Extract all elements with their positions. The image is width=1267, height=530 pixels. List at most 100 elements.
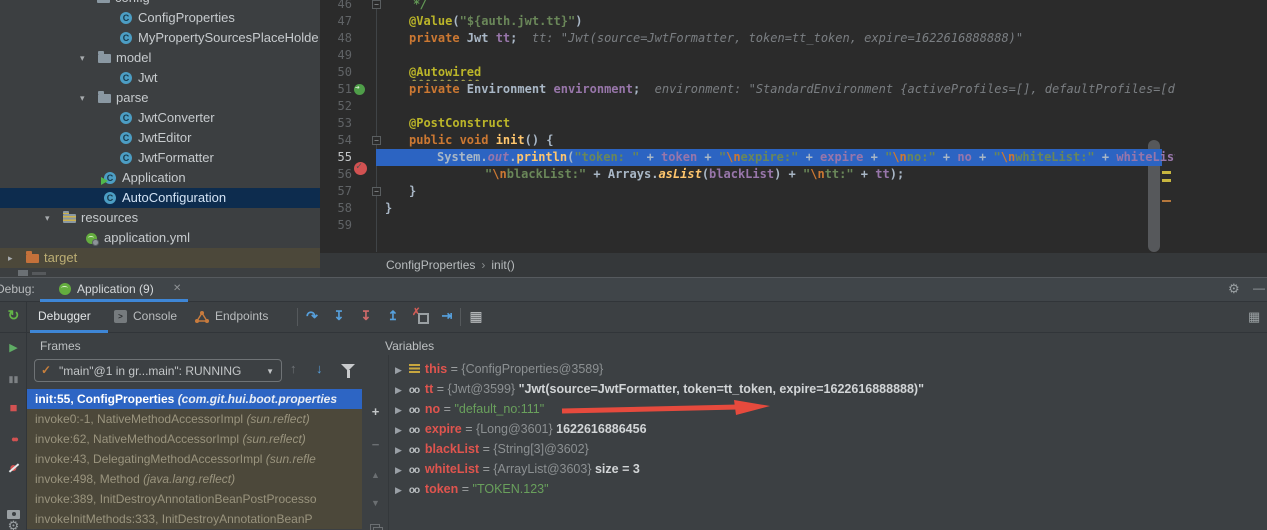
- step-over-icon[interactable]: [304, 308, 320, 324]
- next-frame-icon[interactable]: ↓: [316, 361, 323, 376]
- rerun-icon[interactable]: [5, 307, 22, 324]
- frame-row[interactable]: invoke:498, Method (java.lang.reflect): [27, 469, 362, 489]
- drop-frame-icon[interactable]: [412, 308, 428, 324]
- code-line-52[interactable]: [385, 98, 1175, 115]
- expand-icon[interactable]: ▶: [395, 385, 409, 395]
- pause-icon[interactable]: [5, 369, 22, 386]
- code-editor[interactable]: 46−*/47@Value("${auth.jwt.tt}")48private…: [320, 0, 1267, 252]
- fold-marker-icon[interactable]: −: [372, 0, 381, 9]
- variable-row-whiteList[interactable]: ▶oowhiteList = {ArrayList@3603} size = 3: [395, 459, 640, 479]
- tree-item-ConfigProperties[interactable]: ConfigProperties: [0, 8, 320, 28]
- tree-item-JwtEditor[interactable]: JwtEditor: [0, 128, 320, 148]
- tree-item-JwtFormatter[interactable]: JwtFormatter: [0, 148, 320, 168]
- tree-item-parse[interactable]: ▾parse: [0, 88, 320, 108]
- new-watch-icon[interactable]: +: [367, 404, 384, 420]
- fold-marker-icon[interactable]: −: [372, 136, 381, 145]
- breakpoint-verified-icon[interactable]: [354, 162, 367, 175]
- code-line-58[interactable]: }: [385, 200, 1175, 217]
- breadcrumb-method[interactable]: init(): [491, 258, 514, 272]
- restore-layout-icon[interactable]: ▦: [1248, 309, 1260, 325]
- line-number: 58: [320, 200, 352, 217]
- run-to-cursor-icon[interactable]: [439, 308, 455, 324]
- frame-row[interactable]: invoke:43, DelegatingMethodAccessorImpl …: [27, 449, 362, 469]
- breadcrumb-class[interactable]: ConfigProperties: [320, 258, 475, 272]
- view-options-icon[interactable]: [496, 308, 512, 324]
- expand-icon[interactable]: ▶: [395, 465, 409, 475]
- frame-row[interactable]: invoke0:-1, NativeMethodAccessorImpl (su…: [27, 409, 362, 429]
- tree-expanded-icon[interactable]: ▾: [80, 88, 85, 108]
- view-breakpoints-icon[interactable]: [5, 429, 22, 446]
- evaluate-expression-icon[interactable]: [468, 308, 484, 324]
- settings-icon[interactable]: [5, 517, 22, 530]
- previous-frame-icon[interactable]: ↑: [290, 361, 297, 376]
- tree-item-Jwt[interactable]: Jwt: [0, 68, 320, 88]
- tab-endpoints[interactable]: Endpoints: [215, 309, 268, 323]
- stop-icon[interactable]: [5, 399, 22, 416]
- layout-menu-icon[interactable]: [273, 308, 289, 324]
- variable-row-blackList[interactable]: ▶ooblackList = {String[3]@3602}: [395, 439, 589, 459]
- force-step-into-icon[interactable]: [358, 308, 374, 324]
- expand-icon[interactable]: ▶: [395, 445, 409, 455]
- code-line-47[interactable]: @Value("${auth.jwt.tt}"): [385, 13, 1175, 30]
- step-into-icon[interactable]: [331, 308, 347, 324]
- tree-item-application.yml[interactable]: application.yml: [0, 228, 320, 248]
- code-line-50[interactable]: @Autowired: [385, 64, 1175, 81]
- variable-row-this[interactable]: ▶this = {ConfigProperties@3589}: [395, 359, 603, 379]
- tree-expanded-icon[interactable]: ▾: [45, 208, 50, 228]
- hide-library-frames-icon[interactable]: [341, 364, 355, 371]
- expand-icon[interactable]: ▶: [395, 405, 409, 415]
- close-icon[interactable]: ✕: [173, 283, 181, 294]
- frame-row[interactable]: init:55, ConfigProperties (com.git.hui.b…: [27, 389, 362, 409]
- code-line-51[interactable]: private Environment environment; environ…: [385, 81, 1175, 98]
- move-down-icon[interactable]: [367, 494, 384, 510]
- code-line-56[interactable]: "\nblackList:" + Arrays.asList(blackList…: [385, 166, 1175, 183]
- tree-item-label: JwtFormatter: [138, 148, 214, 168]
- frame-row[interactable]: invoke:389, InitDestroyAnnotationBeanPos…: [27, 489, 362, 509]
- spring-bean-icon[interactable]: [354, 84, 365, 95]
- tree-item-MyPropertySourcesPlaceHolde[interactable]: MyPropertySourcesPlaceHolde: [0, 28, 320, 48]
- hide-icon[interactable]: —: [1253, 281, 1265, 295]
- variable-row-expire[interactable]: ▶ooexpire = {Long@3601} 1622616886456: [395, 419, 647, 439]
- move-up-icon[interactable]: [367, 466, 384, 482]
- tab-console[interactable]: Console: [133, 309, 177, 323]
- step-out-icon[interactable]: [385, 308, 401, 324]
- variable-row-tt[interactable]: ▶oott = {Jwt@3599} "Jwt(source=JwtFormat…: [395, 379, 924, 399]
- expand-icon[interactable]: ▶: [395, 365, 409, 375]
- frame-row[interactable]: invokeInitMethods:333, InitDestroyAnnota…: [27, 509, 362, 529]
- expand-icon[interactable]: ▶: [395, 485, 409, 495]
- code-line-48[interactable]: private Jwt tt; tt: "Jwt(source=JwtForma…: [385, 30, 1175, 47]
- tree-collapsed-icon[interactable]: ▸: [8, 248, 13, 268]
- tree-item-Application[interactable]: Application: [0, 168, 320, 188]
- thread-status-check-icon: ✓: [41, 363, 51, 377]
- code-line-46[interactable]: */: [385, 0, 1175, 13]
- resume-icon[interactable]: [5, 338, 22, 355]
- code-line-55[interactable]: System.out.println("token: " + token + "…: [385, 149, 1175, 166]
- tab-application[interactable]: Application (9) ✕: [40, 278, 200, 302]
- remove-watch-icon[interactable]: −: [367, 437, 384, 453]
- tree-item-target[interactable]: ▸target: [0, 248, 320, 268]
- frame-row[interactable]: invoke:62, NativeMethodAccessorImpl (sun…: [27, 429, 362, 449]
- expand-icon[interactable]: ▶: [395, 425, 409, 435]
- tree-item-resources[interactable]: ▾resources: [0, 208, 320, 228]
- debug-tool-window: Debug: Application (9) ✕ ⚙ — Debugger > …: [0, 277, 1267, 530]
- variable-row-no[interactable]: ▶oono = "default_no:111": [395, 399, 544, 419]
- tree-item-JwtConverter[interactable]: JwtConverter: [0, 108, 320, 128]
- tree-item-AutoConfiguration[interactable]: AutoConfiguration: [0, 188, 320, 208]
- mute-breakpoints-icon[interactable]: [5, 459, 22, 476]
- tree-item-config[interactable]: config: [0, 0, 320, 8]
- code-line-59[interactable]: [385, 217, 1175, 234]
- tree-expanded-icon[interactable]: ▾: [80, 48, 85, 68]
- variable-row-token[interactable]: ▶ootoken = "TOKEN.123": [395, 479, 549, 499]
- gear-icon[interactable]: ⚙: [1228, 281, 1240, 297]
- code-line-49[interactable]: [385, 47, 1175, 64]
- code-line-53[interactable]: @PostConstruct: [385, 115, 1175, 132]
- tab-debugger[interactable]: Debugger: [38, 309, 91, 323]
- line-number: 51: [320, 81, 352, 98]
- fold-marker-icon[interactable]: −: [372, 187, 381, 196]
- tree-item-label: ConfigProperties: [138, 8, 235, 28]
- code-line-57[interactable]: }: [385, 183, 1175, 200]
- thread-selector[interactable]: ✓ "main"@1 in gr...main": RUNNING ▼: [34, 359, 282, 382]
- tree-item-model[interactable]: ▾model: [0, 48, 320, 68]
- equals-sign: =: [433, 382, 447, 396]
- code-line-54[interactable]: public void init() {: [385, 132, 1175, 149]
